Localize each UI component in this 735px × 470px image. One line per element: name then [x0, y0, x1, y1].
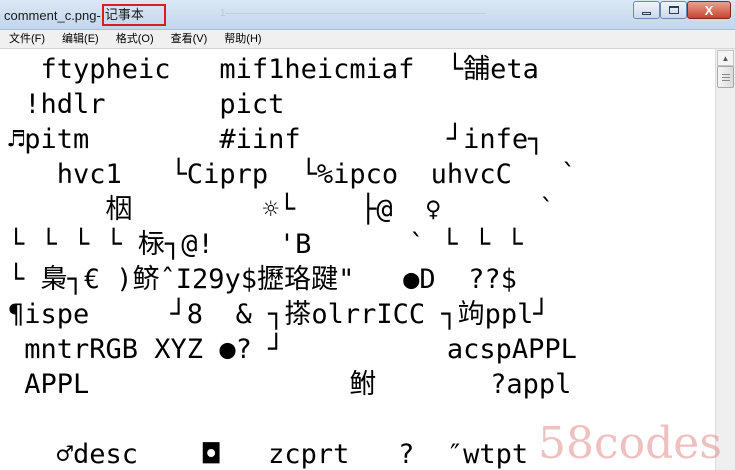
menu-edit[interactable]: 编辑(E) — [53, 30, 107, 48]
text-line: ¶ispe ┘8 & ┐搽olrrICC ┐竘ppl┘ — [8, 299, 550, 330]
grip-line — [722, 74, 730, 75]
text-line: ♬pitm #iinf ┘infe┐ — [8, 124, 545, 155]
minimize-button[interactable] — [633, 1, 660, 19]
text-line: hvc1 └Ciprp └%ipco uhvcC ` — [8, 159, 577, 190]
close-icon: X — [704, 2, 714, 18]
maximize-icon — [668, 6, 679, 14]
watermark: 58codes — [538, 418, 722, 469]
menu-view[interactable]: 查看(V) — [162, 30, 216, 48]
scroll-up-button[interactable]: ▲ — [717, 50, 734, 66]
text-line: └ └ └ └ 柡┐@! 'B ` └ └ └ — [8, 229, 523, 260]
maximize-button[interactable] — [660, 1, 687, 19]
text-editor[interactable]: ftypheic mif1heicmiaf └舗eta !hdlr pict ♬… — [0, 49, 715, 470]
title-ghost-text: 1—————————————————————————— — [220, 8, 486, 19]
menu-format[interactable]: 格式(O) — [107, 30, 162, 48]
scroll-thumb[interactable] — [717, 66, 734, 88]
title-bar[interactable]: comment_c.png - 记事本 1———————————————————… — [0, 0, 735, 30]
text-line: APPL 鲋 ?appl — [8, 369, 572, 400]
menu-help[interactable]: 帮助(H) — [215, 30, 269, 48]
text-line: ftypheic mif1heicmiaf └舗eta — [8, 54, 539, 85]
title-filename: comment_c.png — [4, 7, 97, 23]
notepad-window: comment_c.png - 记事本 1———————————————————… — [0, 0, 735, 470]
text-line: mntrRGB XYZ ●? ┘ acspAPPL — [8, 334, 577, 365]
title-separator: - — [96, 7, 101, 23]
window-title: comment_c.png - 记事本 — [4, 4, 166, 26]
text-line: ♂desc ◘ zcprt ? ″wtpt — [8, 439, 529, 470]
grip-line — [722, 80, 730, 81]
menu-bar: 文件(F) 编辑(E) 格式(O) 查看(V) 帮助(H) — [0, 30, 735, 49]
title-app-name: 记事本 — [101, 4, 166, 26]
vertical-scrollbar[interactable]: ▲ — [715, 49, 735, 470]
text-line: 栶 ☼└ ├@ ♀ ` — [8, 194, 556, 225]
menu-file[interactable]: 文件(F) — [0, 30, 53, 48]
arrow-up-icon: ▲ — [721, 53, 730, 63]
text-line: !hdlr pict — [8, 89, 285, 120]
text-line: └ 梟┐€ )鲚ˆI29y$攊珞踺" ●D ??$ — [8, 264, 517, 295]
close-button[interactable]: X — [687, 1, 731, 19]
grip-line — [722, 77, 730, 78]
minimize-icon — [642, 11, 651, 15]
